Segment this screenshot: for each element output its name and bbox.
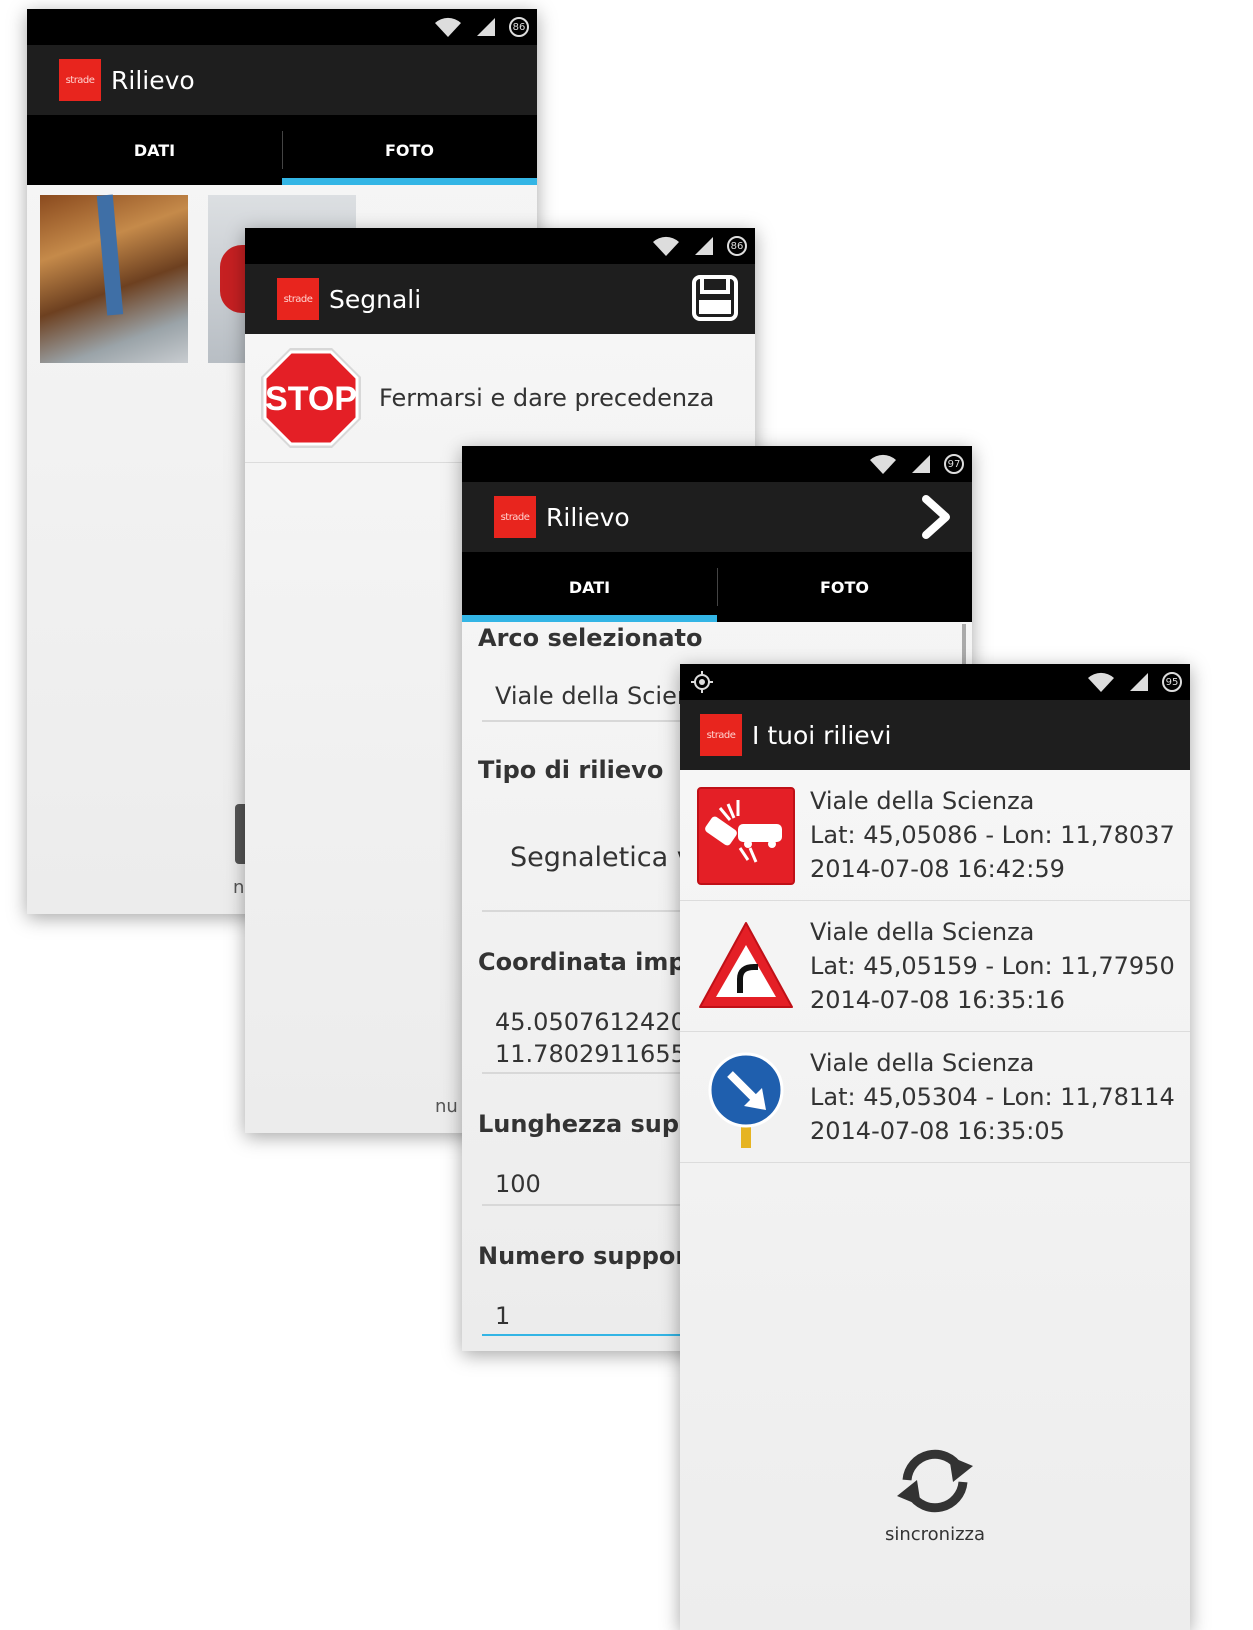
curve-warning-icon bbox=[699, 922, 793, 1008]
sync-icon bbox=[897, 1449, 973, 1513]
tipo-select[interactable]: Segnaletica v bbox=[510, 842, 693, 873]
timestamp: 2014-07-08 16:35:16 bbox=[810, 986, 1065, 1014]
list-item-text: Viale della Scienza Lat: 45,05086 - Lon:… bbox=[810, 784, 1175, 886]
signal-icon bbox=[912, 455, 930, 473]
coordinates: Lat: 45,05304 - Lon: 11,78114 bbox=[810, 1083, 1175, 1111]
keep-right-icon bbox=[708, 1052, 784, 1148]
status-bar: 86 bbox=[27, 9, 537, 45]
page-title: Rilievo bbox=[111, 65, 195, 95]
coord-lat-value: 45.05076124205 bbox=[495, 1008, 702, 1036]
screen-tuoi-rilievi: 95 strade I tuoi rilievi Viale della Sci… bbox=[680, 664, 1190, 1630]
app-logo[interactable]: strade bbox=[277, 278, 319, 320]
status-icons: 95 bbox=[1086, 670, 1182, 694]
accident-icon bbox=[697, 787, 795, 885]
tab-dati[interactable]: DATI bbox=[27, 115, 282, 185]
status-bar: 97 bbox=[462, 446, 972, 482]
wifi-icon bbox=[435, 17, 461, 37]
partial-label: nu bbox=[435, 1096, 458, 1117]
action-bar: strade Segnali bbox=[245, 264, 755, 334]
gps-icon bbox=[691, 671, 713, 693]
list-item-text: Viale della Scienza Lat: 45,05159 - Lon:… bbox=[810, 915, 1175, 1017]
app-logo[interactable]: strade bbox=[700, 714, 742, 756]
status-bar: 95 bbox=[680, 664, 1190, 700]
signal-icon bbox=[1130, 673, 1148, 691]
page-title: Segnali bbox=[329, 284, 422, 314]
list-item-text: Viale della Scienza Lat: 45,05304 - Lon:… bbox=[810, 1046, 1175, 1148]
status-bar: 86 bbox=[245, 228, 755, 264]
action-bar: strade Rilievo bbox=[27, 45, 537, 115]
list-item[interactable]: Viale della Scienza Lat: 45,05159 - Lon:… bbox=[680, 901, 1190, 1032]
lunghezza-field[interactable]: 100 bbox=[495, 1170, 541, 1198]
signal-icon bbox=[477, 18, 495, 36]
tab-bar: DATI FOTO bbox=[462, 552, 972, 622]
arco-label: Arco selezionato bbox=[478, 624, 703, 652]
sign-label: STOP bbox=[265, 380, 357, 418]
lunghezza-label: Lunghezza suppo bbox=[478, 1110, 713, 1138]
numero-field[interactable]: 1 bbox=[495, 1302, 510, 1330]
tab-dati[interactable]: DATI bbox=[462, 552, 717, 622]
list-item[interactable]: Viale della Scienza Lat: 45,05304 - Lon:… bbox=[680, 1032, 1190, 1163]
sync-label: sincronizza bbox=[884, 1524, 986, 1545]
sync-button[interactable]: sincronizza bbox=[680, 1446, 1190, 1545]
action-bar: strade I tuoi rilievi bbox=[680, 700, 1190, 770]
chevron-right-icon[interactable] bbox=[918, 494, 954, 540]
page-title: I tuoi rilievi bbox=[752, 720, 892, 750]
street-name: Viale della Scienza bbox=[810, 787, 1035, 815]
app-logo[interactable]: strade bbox=[494, 496, 536, 538]
tab-bar: DATI FOTO bbox=[27, 115, 537, 185]
app-logo[interactable]: strade bbox=[59, 59, 101, 101]
tab-foto[interactable]: FOTO bbox=[717, 552, 972, 622]
sign-description: Fermarsi e dare precedenza bbox=[379, 384, 715, 412]
scrollbar[interactable] bbox=[962, 624, 966, 664]
coordinates: Lat: 45,05159 - Lon: 11,77950 bbox=[810, 952, 1175, 980]
timestamp: 2014-07-08 16:42:59 bbox=[810, 855, 1065, 883]
tab-foto[interactable]: FOTO bbox=[282, 115, 537, 185]
battery-icon: 86 bbox=[727, 236, 747, 256]
wifi-icon bbox=[653, 236, 679, 256]
page-title: Rilievo bbox=[546, 502, 630, 532]
action-bar: strade Rilievo bbox=[462, 482, 972, 552]
partial-label: n bbox=[233, 877, 245, 898]
battery-icon: 97 bbox=[944, 454, 964, 474]
wifi-icon bbox=[870, 454, 896, 474]
signal-icon bbox=[695, 237, 713, 255]
stop-sign-icon: STOP bbox=[261, 348, 361, 448]
coord-lon-value: 11.78029116559 bbox=[495, 1040, 702, 1068]
battery-icon: 95 bbox=[1162, 672, 1182, 692]
tipo-label: Tipo di rilievo bbox=[478, 756, 664, 784]
street-name: Viale della Scienza bbox=[810, 918, 1035, 946]
wifi-icon bbox=[1088, 672, 1114, 692]
save-icon[interactable] bbox=[691, 274, 739, 322]
list-item[interactable]: Viale della Scienza Lat: 45,05086 - Lon:… bbox=[680, 770, 1190, 901]
coordinates: Lat: 45,05086 - Lon: 11,78037 bbox=[810, 821, 1175, 849]
list-item[interactable]: STOP Fermarsi e dare precedenza bbox=[245, 334, 755, 463]
battery-icon: 86 bbox=[509, 17, 529, 37]
numero-label: Numero supporti bbox=[478, 1242, 707, 1270]
photo-thumbnail[interactable] bbox=[40, 194, 188, 363]
arco-field[interactable]: Viale della Scien bbox=[495, 682, 692, 710]
street-name: Viale della Scienza bbox=[810, 1049, 1035, 1077]
timestamp: 2014-07-08 16:35:05 bbox=[810, 1117, 1065, 1145]
